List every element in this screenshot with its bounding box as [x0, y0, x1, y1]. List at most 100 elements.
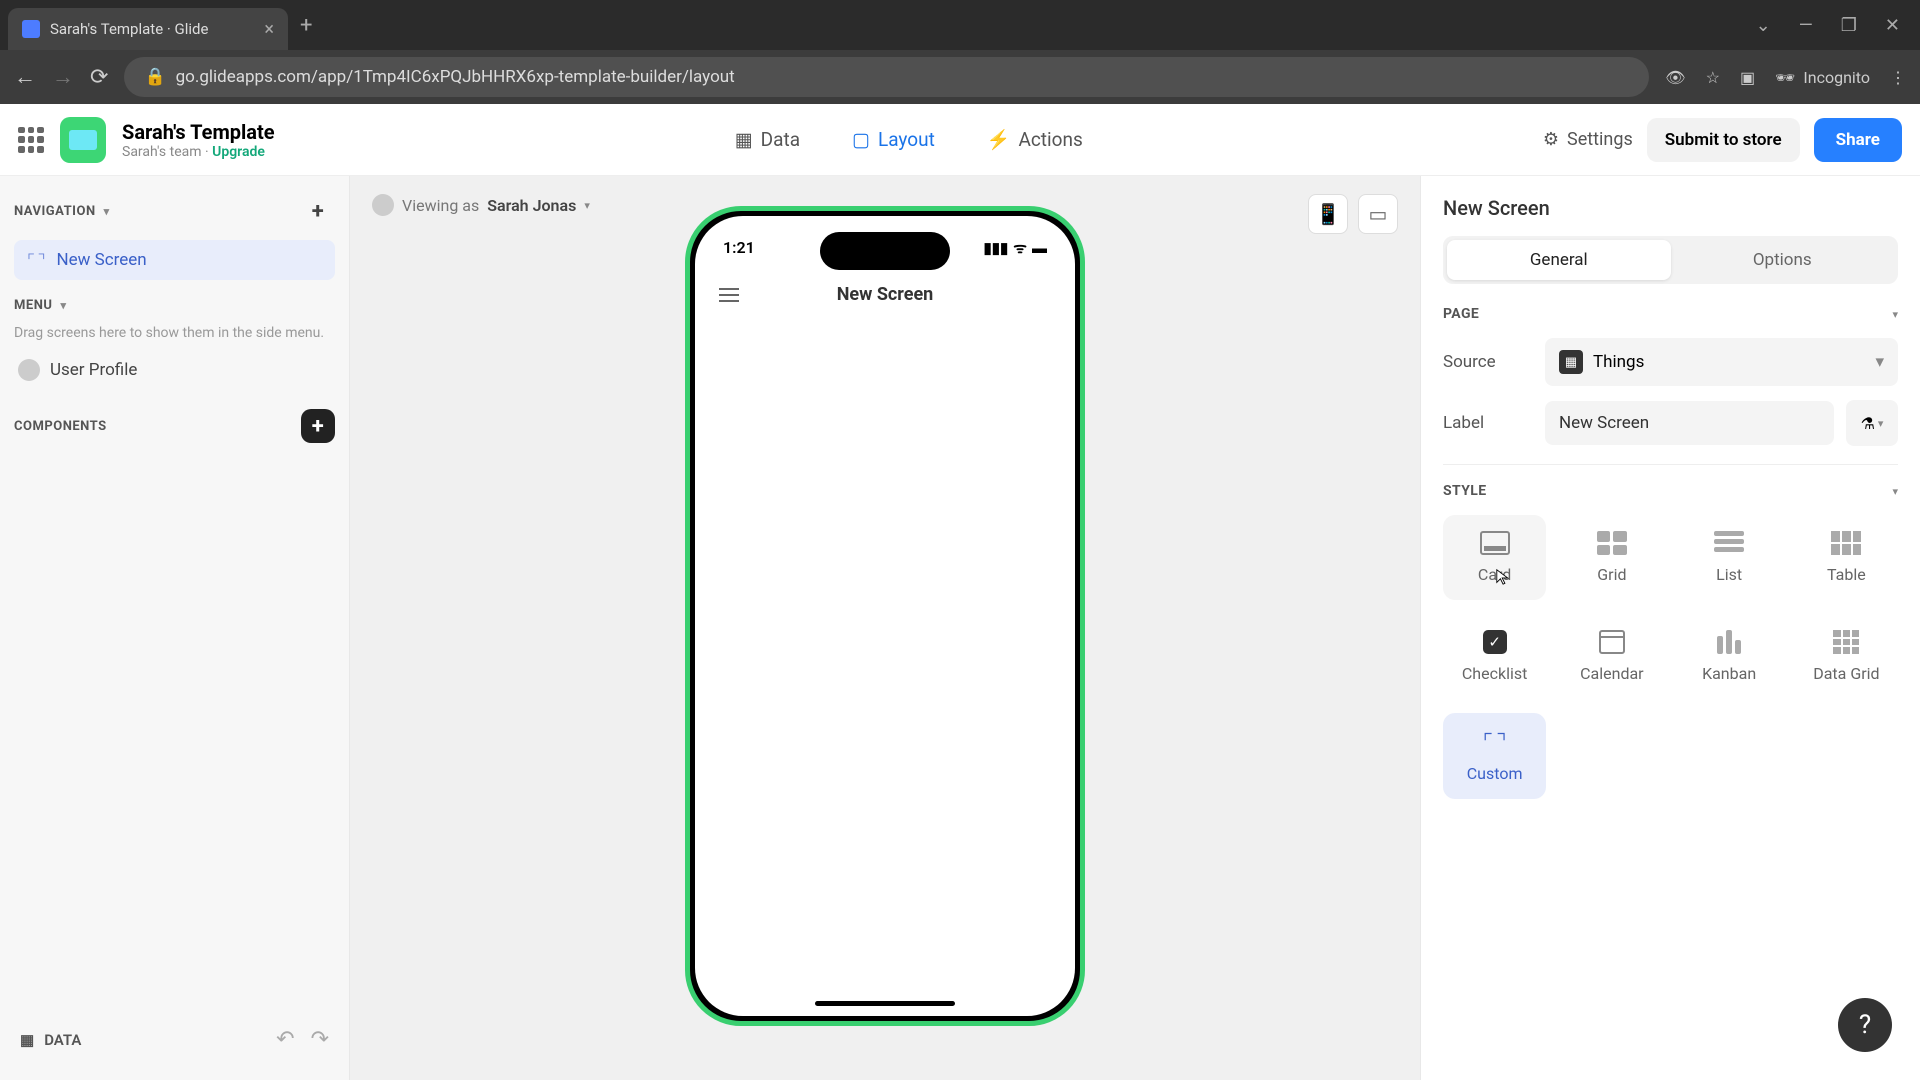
kanban-icon	[1717, 630, 1741, 654]
style-custom[interactable]: ⌜⌝ Custom	[1443, 713, 1546, 799]
data-grid-icon	[1833, 630, 1859, 654]
drag-hint: Drag screens here to show them in the si…	[14, 325, 335, 341]
chevron-down-icon[interactable]: ▾	[60, 299, 66, 312]
bolt-icon: ⚡	[987, 128, 1011, 151]
style-kanban[interactable]: Kanban	[1678, 614, 1781, 699]
navigation-section-label: NAVIGATION	[14, 204, 96, 219]
redo-button[interactable]: ↷	[311, 1027, 329, 1052]
new-tab-button[interactable]: +	[300, 13, 312, 38]
incognito-icon: 🕶	[1775, 68, 1795, 87]
upgrade-link[interactable]: Upgrade	[212, 144, 265, 160]
tab-general[interactable]: General	[1447, 240, 1671, 280]
data-link[interactable]: ▦ DATA	[20, 1031, 81, 1049]
settings-link[interactable]: ⚙ Settings	[1543, 129, 1633, 150]
tab-data[interactable]: ▦ Data	[727, 122, 808, 157]
panel-tabs: General Options	[1443, 236, 1898, 284]
browser-tab[interactable]: Sarah's Template · Glide ×	[8, 8, 288, 50]
components-section-label: COMPONENTS	[14, 419, 107, 434]
device-phone-button[interactable]: 📱	[1308, 194, 1348, 234]
app-header: Sarah's Template Sarah's team · Upgrade …	[0, 104, 1920, 176]
maximize-icon[interactable]: ❐	[1841, 15, 1857, 36]
add-component-button[interactable]: +	[301, 409, 335, 443]
close-tab-icon[interactable]: ×	[264, 19, 274, 40]
url-field[interactable]: 🔒 go.glideapps.com/app/1Tmp4IC6xPQJbHHRX…	[124, 57, 1649, 97]
browser-tab-strip: Sarah's Template · Glide × + ⌄ — ❐ ✕	[0, 0, 1920, 50]
calendar-icon	[1599, 630, 1625, 654]
avatar-icon	[18, 359, 40, 381]
phone-status-icons: ▮▮▮ ᯤ ▬	[984, 238, 1047, 258]
table-icon	[1831, 531, 1861, 555]
window-controls: ⌄ — ❐ ✕	[1756, 15, 1912, 36]
browser-menu-icon[interactable]: ⋮	[1890, 68, 1906, 87]
tab-favicon	[22, 20, 40, 38]
avatar-icon	[372, 194, 394, 216]
label-label: Label	[1443, 413, 1533, 433]
style-checklist[interactable]: ✓ Checklist	[1443, 614, 1546, 699]
chevron-down-icon[interactable]: ▾	[1892, 308, 1898, 321]
close-window-icon[interactable]: ✕	[1885, 15, 1900, 36]
user-profile-item[interactable]: User Profile	[14, 353, 335, 387]
extensions-icon[interactable]: ▣	[1740, 68, 1755, 87]
style-list[interactable]: List	[1678, 515, 1781, 600]
signal-icon: ▮▮▮	[984, 239, 1009, 257]
style-card[interactable]: Card	[1443, 515, 1546, 600]
incognito-badge[interactable]: 🕶 Incognito	[1775, 68, 1870, 87]
data-icon: ▦	[735, 128, 753, 151]
undo-button[interactable]: ↶	[276, 1027, 294, 1052]
style-calendar[interactable]: Calendar	[1560, 614, 1663, 699]
share-button[interactable]: Share	[1814, 118, 1902, 162]
tab-actions[interactable]: ⚡ Actions	[979, 122, 1091, 157]
source-label: Source	[1443, 352, 1533, 372]
label-input[interactable]	[1545, 401, 1834, 445]
label-formula-button[interactable]: ⚗ ▾	[1846, 400, 1898, 446]
phone-time: 1:21	[723, 238, 755, 258]
menu-section-label: MENU	[14, 298, 52, 313]
submit-to-store-button[interactable]: Submit to store	[1647, 118, 1800, 162]
card-icon	[1480, 531, 1510, 555]
source-select[interactable]: ▦ Things ▾	[1545, 338, 1898, 386]
divider	[1443, 464, 1898, 465]
eye-off-icon[interactable]: 👁	[1665, 68, 1685, 87]
app-title: Sarah's Template	[122, 120, 275, 144]
app-logo	[60, 117, 106, 163]
back-button[interactable]: ←	[14, 64, 36, 90]
chevron-down-icon[interactable]: ▾	[104, 205, 110, 218]
chevron-down-icon[interactable]: ⌄	[1756, 15, 1771, 36]
add-navigation-button[interactable]: +	[301, 194, 335, 228]
style-grid-option[interactable]: Grid	[1560, 515, 1663, 600]
lock-icon: 🔒	[144, 67, 165, 87]
tab-title: Sarah's Template · Glide	[50, 20, 208, 38]
bookmark-icon[interactable]: ☆	[1706, 68, 1720, 87]
chevron-down-icon: ▾	[584, 199, 590, 212]
device-tablet-button[interactable]: ▭	[1358, 194, 1398, 234]
url-text: go.glideapps.com/app/1Tmp4IC6xPQJbHHRX6x…	[176, 67, 735, 87]
style-table[interactable]: Table	[1795, 515, 1898, 600]
help-button[interactable]: ?	[1838, 998, 1892, 1052]
forward-button[interactable]: →	[52, 64, 74, 90]
reload-button[interactable]: ⟳	[90, 65, 108, 90]
table-icon: ▦	[20, 1031, 34, 1049]
chevron-down-icon[interactable]: ▾	[1892, 485, 1898, 498]
hamburger-icon[interactable]	[719, 288, 739, 302]
nav-item-new-screen[interactable]: ⌜⌝ New Screen	[14, 240, 335, 280]
list-icon	[1714, 531, 1744, 555]
app-subtitle: Sarah's team · Upgrade	[122, 144, 275, 160]
viewing-as[interactable]: Viewing as Sarah Jonas ▾	[372, 194, 590, 216]
panel-title: New Screen	[1443, 196, 1898, 220]
phone-preview: 1:21 ▮▮▮ ᯤ ▬ New Screen	[685, 206, 1085, 1026]
style-section-label: STYLE	[1443, 483, 1487, 499]
style-data-grid[interactable]: Data Grid	[1795, 614, 1898, 699]
tab-layout[interactable]: ▢ Layout	[844, 122, 943, 157]
home-indicator	[815, 1001, 955, 1006]
right-panel: New Screen General Options PAGE ▾ Source…	[1420, 176, 1920, 1080]
custom-icon: ⌜⌝	[1481, 729, 1508, 754]
flask-icon: ⚗	[1861, 414, 1875, 433]
minimize-icon[interactable]: —	[1799, 15, 1813, 36]
page-section-label: PAGE	[1443, 306, 1479, 322]
canvas: Viewing as Sarah Jonas ▾ 📱 ▭ 1:21 ▮▮▮ ᯤ …	[350, 176, 1420, 1080]
tab-options[interactable]: Options	[1671, 240, 1895, 280]
layout-icon: ▢	[852, 128, 870, 151]
screen-icon: ⌜⌝	[26, 250, 46, 270]
app-menu-icon[interactable]	[18, 127, 44, 153]
battery-icon: ▬	[1032, 239, 1047, 257]
